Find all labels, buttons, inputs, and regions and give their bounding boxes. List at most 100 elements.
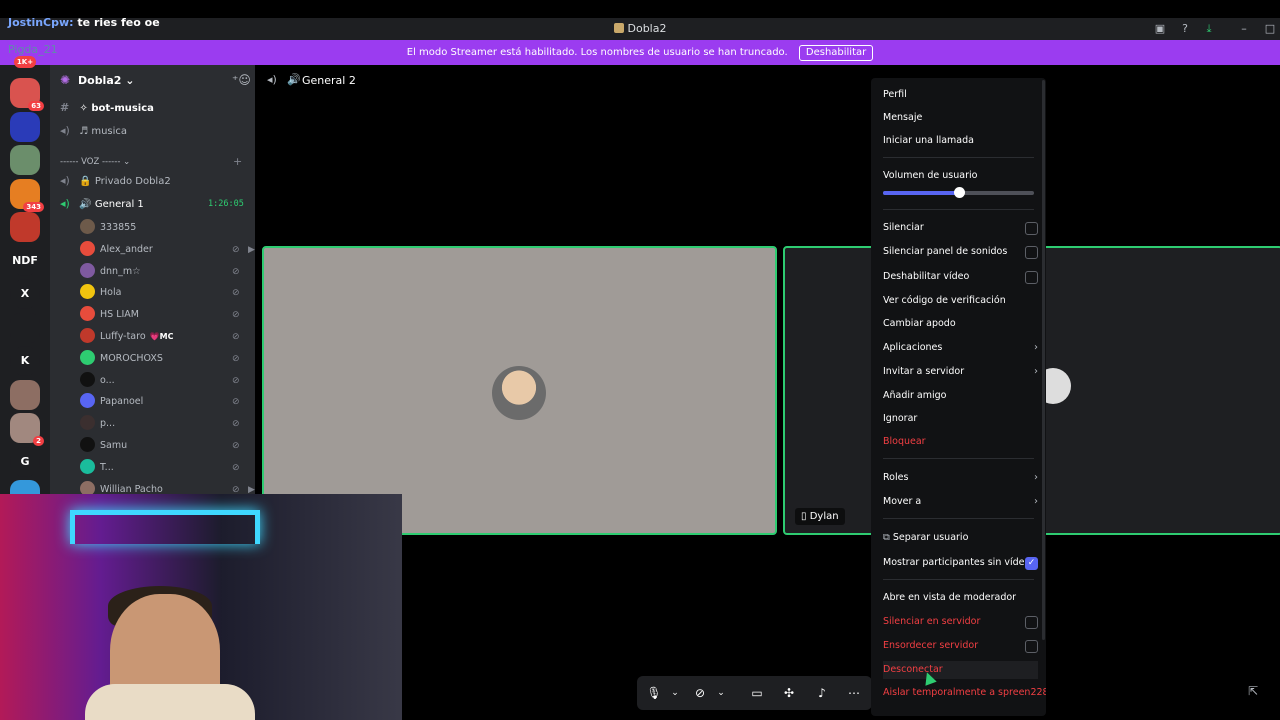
menu-item-timeout[interactable]: Aislar temporalmente a spreen22873 xyxy=(883,684,1046,702)
voice-member[interactable]: Alex_ander ⊘ ▶ xyxy=(80,240,255,260)
chevron-right-icon: › xyxy=(1034,342,1038,353)
voice-member[interactable]: T... ⊘ xyxy=(80,458,240,478)
menu-item-message[interactable]: Mensaje xyxy=(883,109,1038,127)
menu-item-server-mute[interactable]: Silenciar en servidor xyxy=(883,613,1038,631)
menu-item-move-to[interactable]: Mover a › xyxy=(883,493,1038,511)
microphone-icon[interactable]: 🎙 xyxy=(645,684,663,702)
avatar xyxy=(80,437,95,452)
menu-item-popout-user[interactable]: ⧉ Separar usuario xyxy=(883,529,1038,547)
server-icon-11[interactable]: G xyxy=(10,446,40,477)
popout-icon[interactable]: ⇱ xyxy=(1248,684,1258,698)
camera-off-icon[interactable]: ⊘ xyxy=(691,684,709,702)
stage-channel-title: General 2 xyxy=(302,74,356,87)
server-header[interactable]: ✺ Dobla2 ⌄ ⁺☺ xyxy=(50,65,255,97)
menu-item-disable-video[interactable]: Deshabilitar vídeo xyxy=(883,268,1038,286)
menu-item-show-non-video[interactable]: Mostrar participantes sin vídeo ✓ xyxy=(883,554,1038,572)
server-icon-1[interactable] xyxy=(10,111,40,142)
speaker-icon: ◂) xyxy=(60,197,70,210)
streamer-mode-banner: El modo Streamer está habilitado. Los no… xyxy=(0,40,1280,65)
channel-musica[interactable]: ◂) ♬ musica xyxy=(60,121,127,141)
member-name: Hola xyxy=(100,287,122,299)
member-name: p... xyxy=(100,418,116,430)
server-icon-7[interactable] xyxy=(10,312,40,343)
voice-member[interactable]: Papanoel ⊘ xyxy=(80,392,240,412)
server-icon-3[interactable]: 343 xyxy=(10,178,44,212)
menu-item-ignore[interactable]: Ignorar xyxy=(883,410,1038,428)
menu-item-label: Aplicaciones xyxy=(883,342,943,353)
mute-checkbox[interactable] xyxy=(1025,222,1038,235)
show-non-video-checkbox[interactable]: ✓ xyxy=(1025,557,1038,570)
voice-member[interactable]: 333855 xyxy=(80,218,136,238)
server-name[interactable]: Dobla2 ⌄ xyxy=(78,74,134,87)
window-title: Dobla2 xyxy=(0,22,1280,35)
voice-member[interactable]: dnn_m☆ ⊘ xyxy=(80,262,240,282)
voice-category[interactable]: ------ VOZ ------ ⌄ xyxy=(60,152,130,172)
menu-item-profile[interactable]: Perfil xyxy=(883,86,1038,104)
user-volume-slider[interactable] xyxy=(883,187,1034,198)
channel-bot-musica[interactable]: # ✧ bot-musica xyxy=(60,98,154,118)
server-icon-0[interactable]: 63 xyxy=(10,78,44,111)
server-icon-5[interactable]: NDF xyxy=(10,245,40,276)
menu-item-label: Ensordecer servidor xyxy=(883,640,979,651)
menu-item-verification-code[interactable]: Ver código de verificación xyxy=(883,292,1038,310)
menu-item-call[interactable]: Iniciar una llamada xyxy=(883,132,1038,150)
help-icon[interactable]: ? xyxy=(1177,21,1193,37)
voice-member[interactable]: HS LIAM ⊘ xyxy=(80,305,240,325)
server-icon-10[interactable]: 2 xyxy=(10,413,44,446)
server-icon-6[interactable]: X xyxy=(10,279,40,309)
video-tile-participant[interactable] xyxy=(262,246,777,535)
minimize-icon[interactable]: – xyxy=(1236,21,1252,37)
menu-item-mute[interactable]: Silenciar xyxy=(883,219,1038,237)
voice-member[interactable]: Luffy-taro 💗MC ⊘ xyxy=(80,327,240,347)
add-channel-icon[interactable]: + xyxy=(233,155,242,168)
voice-member[interactable]: Hola ⊘ xyxy=(80,283,240,303)
more-icon[interactable]: ⋯ xyxy=(845,684,863,702)
voice-member[interactable]: p... ⊘ xyxy=(80,414,240,434)
menu-item-invite[interactable]: Invitar a servidor › xyxy=(883,363,1038,381)
muted-icon: ⊘ xyxy=(232,397,240,408)
menu-item-label: Deshabilitar vídeo xyxy=(883,271,970,282)
server-icon-2[interactable] xyxy=(10,145,40,175)
screen-share-icon[interactable]: ▭ xyxy=(748,684,766,702)
disable-streamer-button[interactable]: Deshabilitar xyxy=(798,45,874,61)
disable-video-checkbox[interactable] xyxy=(1025,271,1038,284)
channel-privado[interactable]: ◂) 🔒 Privado Dobla2 xyxy=(60,171,171,191)
chevron-down-icon[interactable]: ⌄ xyxy=(666,684,684,702)
voice-member[interactable]: Samu ⊘ xyxy=(80,436,240,456)
mute-soundboard-checkbox[interactable] xyxy=(1025,246,1038,259)
chat-text: te ries feo oe xyxy=(77,16,160,29)
voice-member[interactable]: o... ⊘ xyxy=(80,371,240,391)
member-name: T... xyxy=(100,461,114,473)
muted-icon: ⊘ xyxy=(232,266,240,277)
member-name: Willian Pacho xyxy=(100,483,163,495)
maximize-icon[interactable]: □ xyxy=(1262,21,1278,37)
voice-member[interactable]: MOROCHOXS ⊘ xyxy=(80,349,240,369)
volume-knob[interactable] xyxy=(953,187,965,198)
server-deafen-checkbox[interactable] xyxy=(1025,640,1038,653)
soundboard-icon[interactable]: ♪ xyxy=(813,684,831,702)
menu-item-mute-soundboard[interactable]: Silenciar panel de sonidos xyxy=(883,243,1038,261)
server-mute-checkbox[interactable] xyxy=(1025,616,1038,629)
activities-icon[interactable]: ✣ xyxy=(780,684,798,702)
menu-scrollbar[interactable] xyxy=(1042,80,1045,640)
server-icon-9[interactable] xyxy=(10,379,40,410)
menu-item-change-nickname[interactable]: Cambiar apodo xyxy=(883,315,1038,333)
server-icon-8[interactable]: K xyxy=(10,346,40,376)
server-icon-4[interactable] xyxy=(10,212,40,242)
member-tag: 💗MC xyxy=(149,332,174,341)
speaker-icon: ◂) xyxy=(60,124,70,137)
menu-item-roles[interactable]: Roles › xyxy=(883,469,1038,487)
download-icon[interactable]: ⤓ xyxy=(1201,21,1217,37)
channel-general-1[interactable]: ◂) 🔊 General 1 xyxy=(60,194,144,214)
add-member-icon[interactable]: ⁺☺ xyxy=(232,73,251,87)
menu-item-disconnect[interactable]: Desconectar xyxy=(883,661,1038,679)
inbox-icon[interactable]: ▣ xyxy=(1152,21,1168,37)
streamer-webcam xyxy=(0,494,402,720)
menu-item-moderator-view[interactable]: Abre en vista de moderador xyxy=(883,589,1038,607)
menu-item-server-deafen[interactable]: Ensordecer servidor xyxy=(883,637,1038,655)
menu-item-block[interactable]: Bloquear xyxy=(883,433,1038,451)
menu-item-apps[interactable]: Aplicaciones › xyxy=(883,339,1038,357)
chevron-down-icon[interactable]: ⌄ xyxy=(712,684,730,702)
menu-item-label: Invitar a servidor xyxy=(883,366,965,377)
menu-item-add-friend[interactable]: Añadir amigo xyxy=(883,387,1038,405)
